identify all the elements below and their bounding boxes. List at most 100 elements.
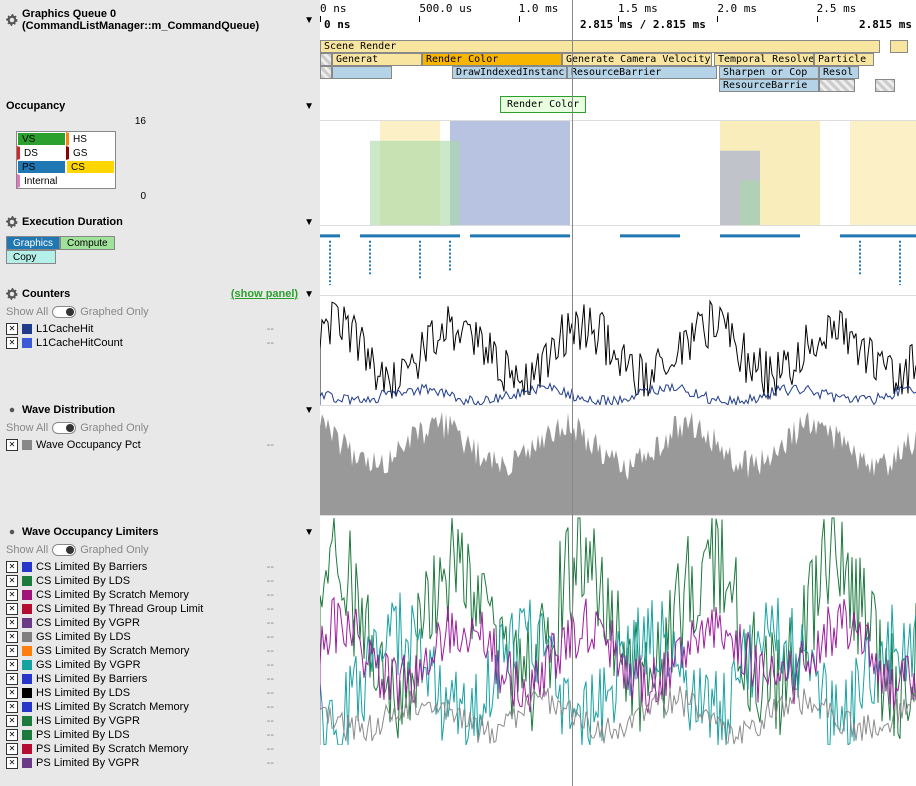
counter-value: --: [267, 645, 274, 657]
track-resourcebarrier[interactable]: ResourceBarrier: [567, 66, 717, 79]
graphed-only-toggle[interactable]: [52, 306, 76, 318]
occupancy-header[interactable]: Occupancy ▼: [6, 96, 314, 116]
track-block[interactable]: [875, 79, 895, 92]
counter-row[interactable]: ✕HS Limited By Barriers--: [6, 672, 314, 686]
checkbox-icon[interactable]: ✕: [6, 757, 18, 769]
counter-value: --: [267, 589, 274, 601]
track-temporal[interactable]: Temporal Resolve: [714, 53, 814, 66]
counter-row[interactable]: ✕GS Limited By VGPR--: [6, 658, 314, 672]
checkbox-icon[interactable]: ✕: [6, 645, 18, 657]
checkbox-icon[interactable]: ✕: [6, 589, 18, 601]
counter-row[interactable]: ✕PS Limited By Scratch Memory--: [6, 742, 314, 756]
show-panel-link[interactable]: (show panel): [231, 288, 298, 300]
counter-row[interactable]: ✕HS Limited By Scratch Memory--: [6, 700, 314, 714]
track-render-color[interactable]: Render Color: [422, 53, 562, 66]
counter-value: --: [267, 757, 274, 769]
counter-name: HS Limited By Scratch Memory: [36, 701, 263, 713]
wave-dist-graph[interactable]: [320, 405, 916, 515]
wave-occ-title: Wave Occupancy Limiters: [22, 526, 304, 538]
counter-value: --: [267, 715, 274, 727]
track-scene-render[interactable]: Scene Render: [320, 40, 880, 53]
color-swatch: [22, 440, 32, 450]
ruler-tick: 0 ns: [320, 2, 419, 15]
checkbox-icon[interactable]: ✕: [6, 617, 18, 629]
counter-name: HS Limited By VGPR: [36, 715, 263, 727]
counter-row[interactable]: ✕GS Limited By Scratch Memory--: [6, 644, 314, 658]
time-ruler[interactable]: 0 ns500.0 us1.0 ms1.5 ms2.0 ms2.5 ms 0 n…: [320, 0, 916, 40]
color-swatch: [22, 674, 32, 684]
counter-row[interactable]: ✕PS Limited By VGPR--: [6, 756, 314, 770]
occupancy-title: Occupancy: [6, 100, 304, 112]
counters-graph[interactable]: [320, 295, 916, 405]
color-swatch: [22, 590, 32, 600]
track-area[interactable]: Scene Render Generat Render Color Genera…: [320, 40, 916, 100]
counter-value: --: [267, 673, 274, 685]
track-block[interactable]: [320, 53, 332, 66]
pipeline-legend: Graphics Compute Copy: [6, 236, 121, 264]
counter-value: --: [267, 561, 274, 573]
counter-row[interactable]: ✕CS Limited By Barriers--: [6, 560, 314, 574]
graphed-only-toggle[interactable]: [52, 544, 76, 556]
color-swatch: [22, 716, 32, 726]
track-drawindexed[interactable]: DrawIndexedInstanc: [452, 66, 567, 79]
checkbox-icon[interactable]: ✕: [6, 743, 18, 755]
counter-row[interactable]: ✕CS Limited By VGPR--: [6, 616, 314, 630]
counter-row[interactable]: ✕GS Limited By LDS--: [6, 630, 314, 644]
execution-header[interactable]: Execution Duration ▼: [6, 212, 314, 232]
checkbox-icon[interactable]: ✕: [6, 673, 18, 685]
counters-header[interactable]: Counters (show panel) ▼: [6, 284, 314, 304]
track-sharpen[interactable]: Sharpen or Cop: [719, 66, 819, 79]
counter-value: --: [267, 659, 274, 671]
queue-header[interactable]: Graphics Queue 0 (CommandListManager::m_…: [6, 4, 314, 36]
wave-occ-header[interactable]: Wave Occupancy Limiters ▼: [6, 522, 314, 542]
track-particle[interactable]: Particle: [814, 53, 874, 66]
counter-row[interactable]: ✕CS Limited By Thread Group Limit--: [6, 602, 314, 616]
time-cursor[interactable]: [572, 0, 573, 786]
ruler-tick: 2.0 ms: [717, 2, 816, 15]
track-gen-cam-vel[interactable]: Generate Camera Velocity: [562, 53, 712, 66]
checkbox-icon[interactable]: ✕: [6, 729, 18, 741]
legend-copy: Copy: [6, 250, 56, 264]
checkbox-icon[interactable]: ✕: [6, 659, 18, 671]
track-generat[interactable]: Generat: [332, 53, 422, 66]
occupancy-max: 16: [6, 116, 146, 127]
counter-row[interactable]: ✕ HS Limited By VGPR --: [6, 714, 314, 728]
checkbox-icon[interactable]: ✕: [6, 603, 18, 615]
wave-occ-graph[interactable]: [320, 515, 916, 745]
counter-row[interactable]: ✕CS Limited By Scratch Memory--: [6, 588, 314, 602]
counter-row[interactable]: ✕PS Limited By LDS--: [6, 728, 314, 742]
checkbox-icon[interactable]: ✕: [6, 561, 18, 573]
counters-list: ✕L1CacheHit--✕L1CacheHitCount--: [6, 322, 314, 350]
checkbox-icon[interactable]: ✕: [6, 575, 18, 587]
track-block[interactable]: [320, 66, 332, 79]
checkbox-icon[interactable]: ✕: [6, 701, 18, 713]
graphed-only-toggle[interactable]: [52, 422, 76, 434]
checkbox-icon[interactable]: ✕: [6, 337, 18, 349]
counter-row[interactable]: ✕L1CacheHitCount--: [6, 336, 314, 350]
track-resourcebarrie[interactable]: ResourceBarrie: [719, 79, 819, 92]
counter-row[interactable]: ✕Wave Occupancy Pct--: [6, 438, 314, 452]
ruler-tick: 2.5 ms: [817, 2, 916, 15]
legend-graphics: Graphics: [6, 236, 60, 250]
track-resol[interactable]: Resol: [819, 66, 859, 79]
show-all-label: Show All: [6, 306, 48, 318]
checkbox-icon[interactable]: ✕: [6, 323, 18, 335]
occupancy-graph[interactable]: [320, 120, 916, 225]
checkbox-icon[interactable]: ✕: [6, 715, 18, 727]
counter-row[interactable]: ✕CS Limited By LDS--: [6, 574, 314, 588]
legend-compute: Compute: [60, 236, 115, 250]
legend-cs: CS: [66, 160, 115, 174]
counter-row[interactable]: ✕L1CacheHit--: [6, 322, 314, 336]
track-block[interactable]: [332, 66, 392, 79]
checkbox-icon[interactable]: ✕: [6, 631, 18, 643]
counter-value: --: [267, 617, 274, 629]
execution-graph[interactable]: [320, 225, 916, 295]
range-end: 2.815 ms: [859, 18, 912, 31]
color-swatch: [22, 324, 32, 334]
checkbox-icon[interactable]: ✕: [6, 687, 18, 699]
wave-dist-header[interactable]: Wave Distribution ▼: [6, 400, 314, 420]
track-block[interactable]: [819, 79, 855, 92]
counter-row[interactable]: ✕HS Limited By LDS--: [6, 686, 314, 700]
checkbox-icon[interactable]: ✕: [6, 439, 18, 451]
track-block[interactable]: [890, 40, 908, 53]
